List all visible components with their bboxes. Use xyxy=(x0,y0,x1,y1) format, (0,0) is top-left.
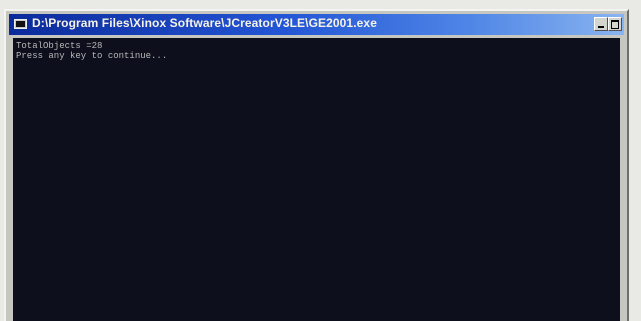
maximize-button[interactable] xyxy=(608,17,622,31)
console-line: TotalObjects =28 xyxy=(16,41,103,51)
title-bar[interactable]: D:\Program Files\Xinox Software\JCreator… xyxy=(9,14,624,35)
console-output[interactable]: TotalObjects =28 Press any key to contin… xyxy=(13,38,620,321)
minimize-button[interactable] xyxy=(594,17,608,31)
window-title: D:\Program Files\Xinox Software\JCreator… xyxy=(32,16,377,30)
console-window: D:\Program Files\Xinox Software\JCreator… xyxy=(4,9,629,321)
console-window-icon[interactable] xyxy=(14,19,27,29)
console-line: Press any key to continue... xyxy=(16,51,168,61)
